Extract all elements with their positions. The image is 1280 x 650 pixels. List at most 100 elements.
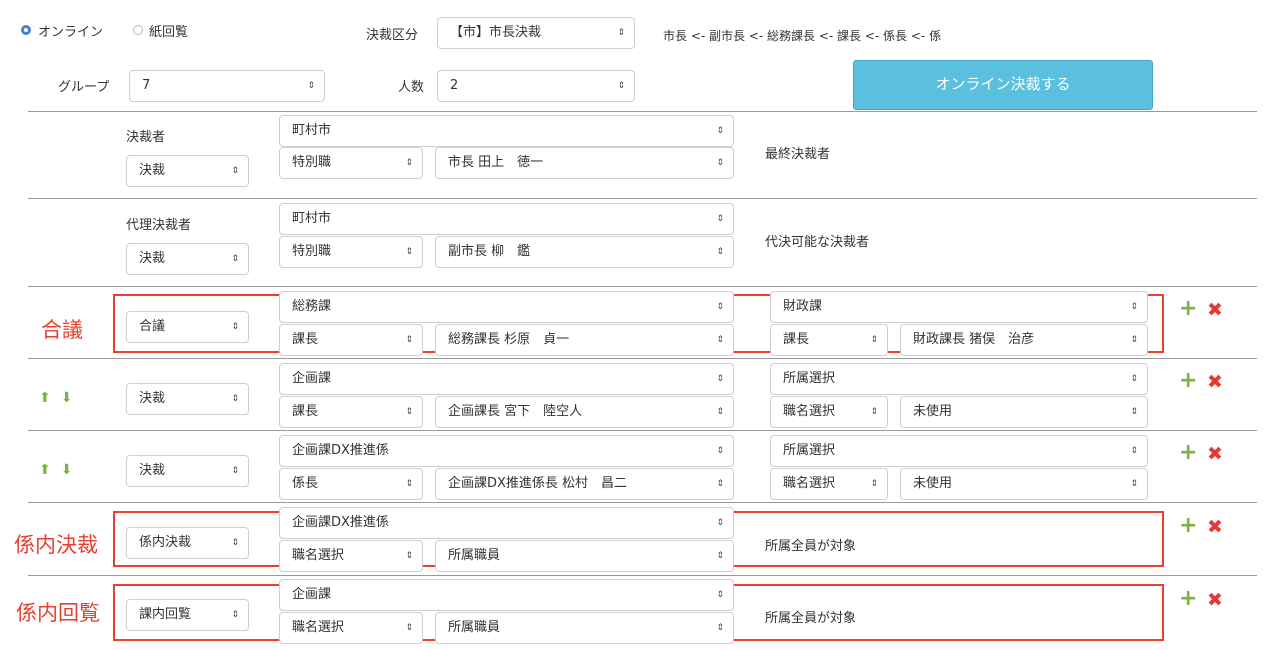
row4-person2-select[interactable]: 未使用 ⇕ [900,396,1148,428]
row3-title-select[interactable]: 課長 ⇕ [279,324,423,356]
group-select[interactable]: 7 ⇕ [129,70,325,102]
row3-title2-select[interactable]: 課長 ⇕ [770,324,888,356]
updown-icon: ⇕ [231,538,238,548]
move-up-icon[interactable]: ⬆ [39,463,51,477]
add-icon[interactable]: + [1179,588,1197,610]
add-icon[interactable]: + [1179,515,1197,537]
row4-person-select[interactable]: 企画課長 宮下 陸空人 ⇕ [435,396,734,428]
remove-icon[interactable]: ✖ [1207,372,1223,392]
row5-type-select[interactable]: 決裁 ⇕ [126,455,249,487]
reorder-arrows: ⬆ ⬇ [39,391,82,405]
updown-icon: ⇕ [231,254,238,264]
updown-icon: ⇕ [870,335,877,345]
row3-dept-select[interactable]: 総務課 ⇕ [279,291,734,323]
updown-icon: ⇕ [405,623,412,633]
ninzu-label: 人数 [398,80,425,95]
divider [28,286,1257,287]
row5-dept2-select[interactable]: 所属選択 ⇕ [770,435,1148,467]
updown-icon: ⇕ [716,374,723,384]
row5-dept-select[interactable]: 企画課DX推進係 ⇕ [279,435,734,467]
updown-icon: ⇕ [716,247,723,257]
updown-icon: ⇕ [231,322,238,332]
updown-icon: ⇕ [716,623,723,633]
row3-dept2-select[interactable]: 財政課 ⇕ [770,291,1148,323]
radio-paper-label: 紙回覧 [149,25,189,40]
row4-dept-select[interactable]: 企画課 ⇕ [279,363,734,395]
row6-dept-select[interactable]: 企画課DX推進係 ⇕ [279,507,734,539]
updown-icon: ⇕ [617,28,624,38]
updown-icon: ⇕ [1130,335,1137,345]
row7-title-select[interactable]: 職名選択 ⇕ [279,612,423,644]
row1-title-select[interactable]: 特別職 ⇕ [279,147,423,179]
row1-type-select[interactable]: 決裁 ⇕ [126,155,249,187]
add-icon[interactable]: + [1179,442,1197,464]
move-up-icon[interactable]: ⬆ [39,391,51,405]
route-text: 市長 <- 副市長 <- 総務課長 <- 課長 <- 係長 <- 係 [663,29,942,43]
remove-icon[interactable]: ✖ [1207,517,1223,537]
updown-icon: ⇕ [870,407,877,417]
row6-note: 所属全員が対象 [765,539,857,554]
updown-icon: ⇕ [716,479,723,489]
add-icon[interactable]: + [1179,370,1197,392]
divider [28,111,1257,112]
row6-person-select[interactable]: 所属職員 ⇕ [435,540,734,572]
row2-type-select[interactable]: 決裁 ⇕ [126,243,249,275]
kessai-kubun-label: 決裁区分 [366,28,419,43]
row7-dept-select[interactable]: 企画課 ⇕ [279,579,734,611]
add-icon[interactable]: + [1179,298,1197,320]
move-down-icon[interactable]: ⬇ [61,391,73,405]
updown-icon: ⇕ [405,335,412,345]
proxy-approver-label: 代理決裁者 [126,218,192,233]
radio-online[interactable] [21,25,31,35]
row3-person2-select[interactable]: 財政課長 猪俣 治彦 ⇕ [900,324,1148,356]
row5-person2-select[interactable]: 未使用 ⇕ [900,468,1148,500]
updown-icon: ⇕ [231,610,238,620]
updown-icon: ⇕ [1130,374,1137,384]
updown-icon: ⇕ [307,81,314,91]
row7-note: 所属全員が対象 [765,611,857,626]
updown-icon: ⇕ [1130,479,1137,489]
gougi-annotation: 合議 [41,318,83,342]
move-down-icon[interactable]: ⬇ [61,463,73,477]
online-kessai-button[interactable]: オンライン決裁する [853,60,1153,110]
row1-person-select[interactable]: 市長 田上 徳一 ⇕ [435,147,734,179]
row2-title-select[interactable]: 特別職 ⇕ [279,236,423,268]
row5-title-select[interactable]: 係長 ⇕ [279,468,423,500]
updown-icon: ⇕ [716,446,723,456]
kakari-kessai-annotation: 係内決裁 [14,533,98,557]
row3-type-select[interactable]: 合議 ⇕ [126,311,249,343]
updown-icon: ⇕ [405,247,412,257]
ninzu-select[interactable]: 2 ⇕ [437,70,635,102]
updown-icon: ⇕ [870,479,877,489]
row7-person-select[interactable]: 所属職員 ⇕ [435,612,734,644]
row2-person-select[interactable]: 副市長 柳 鑑 ⇕ [435,236,734,268]
divider [28,358,1257,359]
updown-icon: ⇕ [405,158,412,168]
row6-type-select[interactable]: 係内決裁 ⇕ [126,527,249,559]
group-label: グループ [58,80,110,95]
remove-icon[interactable]: ✖ [1207,590,1223,610]
row6-title-select[interactable]: 職名選択 ⇕ [279,540,423,572]
kessai-kubun-select[interactable]: 【市】市長決裁 ⇕ [437,17,635,49]
row1-dept-select[interactable]: 町村市 ⇕ [279,115,734,147]
radio-paper[interactable] [133,25,143,35]
updown-icon: ⇕ [231,166,238,176]
row5-person-select[interactable]: 企画課DX推進係長 松村 昌二 ⇕ [435,468,734,500]
row7-type-select[interactable]: 課内回覧 ⇕ [126,599,249,631]
row2-dept-select[interactable]: 町村市 ⇕ [279,203,734,235]
divider [28,430,1257,431]
updown-icon: ⇕ [1130,407,1137,417]
kakari-kairan-annotation: 係内回覧 [16,601,100,625]
row5-title2-select[interactable]: 職名選択 ⇕ [770,468,888,500]
row4-title-select[interactable]: 課長 ⇕ [279,396,423,428]
remove-icon[interactable]: ✖ [1207,444,1223,464]
row4-type-select[interactable]: 決裁 ⇕ [126,383,249,415]
row4-title2-select[interactable]: 職名選択 ⇕ [770,396,888,428]
remove-icon[interactable]: ✖ [1207,300,1223,320]
row3-person-select[interactable]: 総務課長 杉原 貞一 ⇕ [435,324,734,356]
divider [28,198,1257,199]
radio-online-label: オンライン [38,25,104,40]
updown-icon: ⇕ [716,551,723,561]
updown-icon: ⇕ [716,407,723,417]
row4-dept2-select[interactable]: 所属選択 ⇕ [770,363,1148,395]
